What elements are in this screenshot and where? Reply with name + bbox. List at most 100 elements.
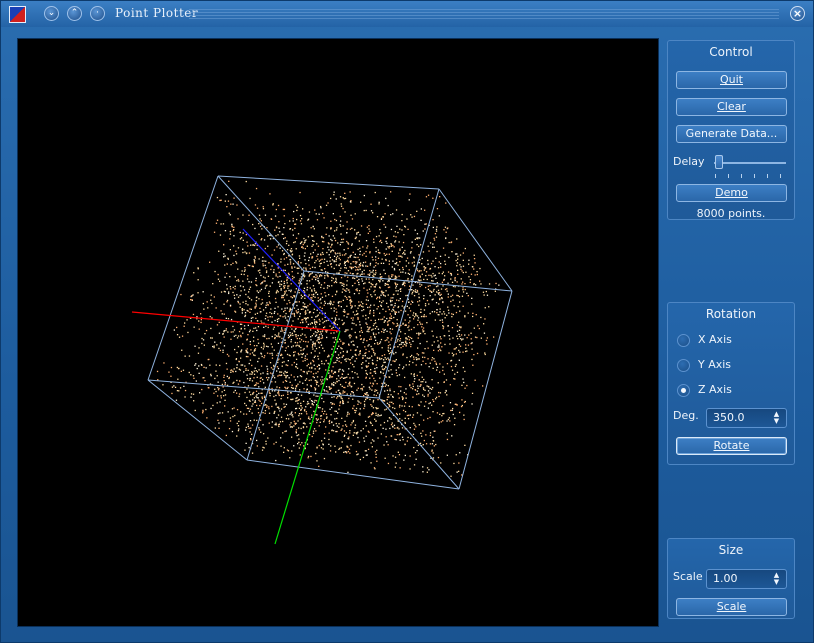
data-point	[343, 285, 345, 287]
data-point	[259, 290, 261, 292]
data-point	[353, 382, 356, 385]
generate-data-button[interactable]: Generate Data...	[676, 125, 787, 143]
data-point	[379, 358, 381, 360]
data-point	[398, 252, 400, 254]
data-point	[260, 373, 262, 375]
data-point	[233, 294, 235, 296]
data-point	[298, 447, 300, 449]
y-axis-label[interactable]: Y Axis	[698, 358, 731, 371]
data-point	[376, 460, 378, 462]
data-point	[343, 451, 345, 453]
data-point	[217, 419, 219, 421]
data-point	[322, 448, 324, 450]
data-point	[323, 421, 325, 423]
data-point	[365, 255, 367, 257]
x-axis-label[interactable]: X Axis	[698, 333, 732, 346]
data-point	[331, 421, 333, 423]
scale-spinbox[interactable]: 1.00 ▲ ▼	[706, 569, 787, 589]
data-point	[291, 436, 293, 438]
data-point	[347, 471, 349, 473]
data-point	[310, 352, 312, 354]
clear-button[interactable]: Clear	[676, 98, 787, 116]
data-point	[234, 311, 237, 313]
data-point	[398, 397, 400, 399]
app-icon[interactable]	[9, 6, 26, 23]
demo-button[interactable]: Demo	[676, 184, 787, 202]
delay-slider-thumb[interactable]	[715, 155, 723, 169]
data-point	[308, 211, 311, 213]
data-point	[307, 305, 309, 307]
minimize-icon[interactable]: ⌄	[44, 6, 59, 21]
data-point	[394, 456, 397, 458]
data-point	[316, 376, 319, 378]
z-axis-label[interactable]: Z Axis	[698, 383, 732, 396]
data-point	[402, 341, 404, 344]
data-point	[349, 381, 351, 383]
data-point	[290, 422, 292, 424]
data-point	[454, 286, 456, 288]
data-point	[364, 282, 366, 284]
x-axis-radio[interactable]	[677, 334, 690, 347]
data-point	[369, 398, 371, 401]
degree-value[interactable]: 350.0	[713, 411, 745, 424]
close-icon[interactable]: ×	[790, 6, 805, 21]
data-point	[394, 241, 396, 243]
data-point	[286, 307, 288, 309]
data-point	[474, 379, 476, 381]
data-point	[416, 353, 418, 355]
data-point	[365, 314, 367, 317]
quit-button[interactable]: Quit	[676, 71, 787, 89]
data-point	[330, 301, 332, 303]
data-point	[300, 375, 303, 378]
degree-spinbox[interactable]: 350.0 ▲ ▼	[706, 408, 787, 428]
title-bar[interactable]: ⌄ ⌃ · Point Plotter ×	[1, 1, 813, 27]
data-point	[251, 412, 253, 414]
data-point	[400, 347, 402, 349]
data-point	[388, 260, 390, 262]
data-point	[375, 414, 377, 416]
data-point	[466, 337, 468, 339]
data-point	[482, 291, 485, 293]
data-point	[261, 355, 263, 358]
data-point	[446, 394, 448, 396]
scale-button[interactable]: Scale	[676, 598, 787, 616]
data-point	[347, 411, 349, 413]
spin-arrows-icon[interactable]: ▲ ▼	[772, 411, 781, 425]
data-point	[408, 262, 410, 264]
data-point	[414, 289, 417, 291]
data-point	[258, 427, 260, 429]
data-point	[249, 359, 252, 361]
data-point	[437, 382, 439, 384]
plot-canvas[interactable]	[17, 38, 659, 627]
data-point	[341, 441, 343, 443]
data-point	[302, 243, 304, 246]
data-point	[444, 263, 447, 265]
data-point	[299, 337, 301, 340]
data-point	[230, 264, 232, 266]
scale-value[interactable]: 1.00	[713, 572, 738, 585]
data-point	[368, 357, 370, 359]
data-point	[427, 263, 429, 265]
data-point	[223, 303, 225, 305]
maximize-icon[interactable]: ⌃	[67, 6, 82, 21]
data-point	[305, 263, 307, 265]
z-axis-radio[interactable]	[677, 384, 690, 397]
data-point	[394, 231, 396, 233]
data-point	[283, 280, 285, 283]
data-point	[342, 392, 344, 394]
data-point	[384, 254, 386, 256]
delay-slider-track[interactable]	[714, 162, 786, 164]
spin-arrows-icon[interactable]: ▲ ▼	[772, 572, 781, 586]
data-point	[267, 245, 269, 247]
data-point	[345, 290, 347, 292]
rotate-button[interactable]: Rotate	[676, 437, 787, 455]
data-point	[356, 389, 358, 391]
data-point	[331, 348, 333, 350]
sticky-icon[interactable]: ·	[90, 6, 105, 21]
data-point	[342, 402, 344, 405]
data-point	[247, 334, 249, 336]
data-point	[234, 276, 236, 278]
data-point	[268, 262, 270, 264]
y-axis-radio[interactable]	[677, 359, 690, 372]
data-point	[309, 311, 311, 313]
